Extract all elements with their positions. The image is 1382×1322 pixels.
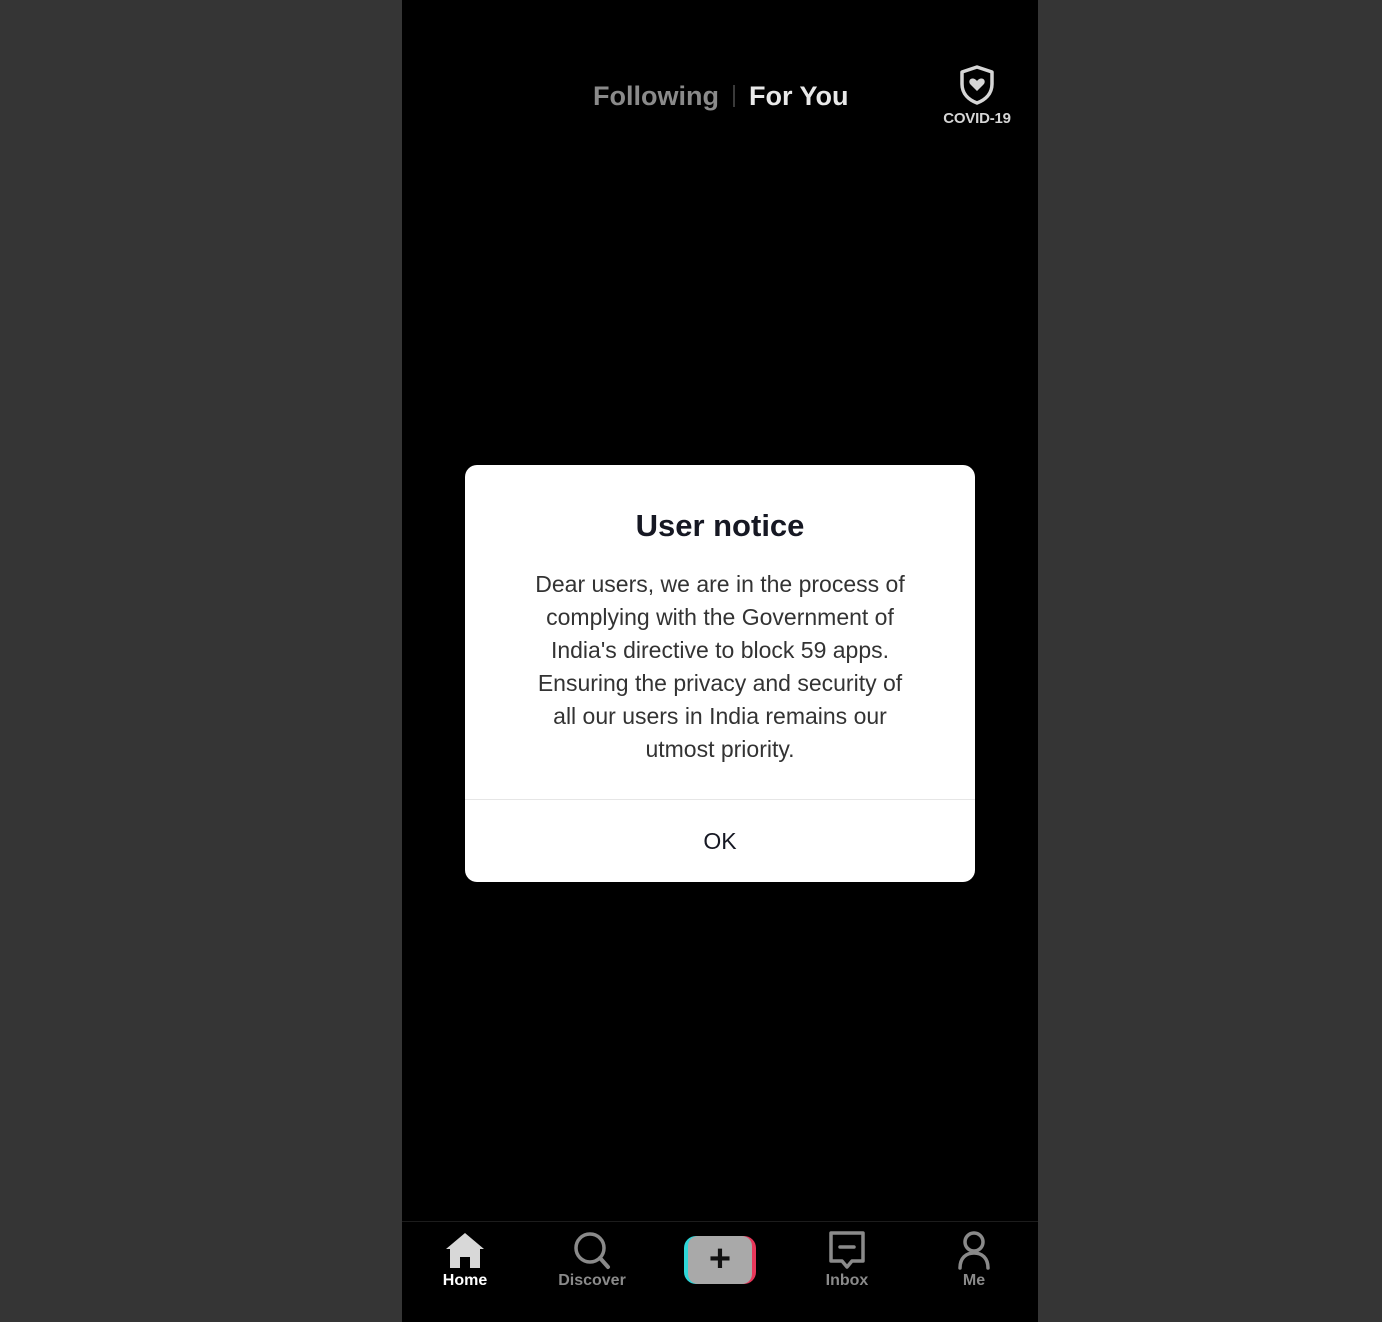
nav-discover[interactable]: Discover [542, 1230, 642, 1310]
nav-inbox[interactable]: Inbox [797, 1230, 897, 1310]
inbox-icon [829, 1231, 865, 1269]
dialog-message: Dear users, we are in the process of com… [505, 568, 935, 766]
ok-button[interactable]: OK [465, 800, 975, 882]
dialog-message-line: Dear users, we are in the process of [535, 571, 905, 597]
nav-me[interactable]: Me [924, 1230, 1024, 1310]
tab-following[interactable]: Following [593, 76, 719, 116]
user-notice-dialog: User notice Dear users, we are in the pr… [465, 465, 975, 882]
dialog-message-line: Ensuring the privacy and security of [537, 670, 903, 696]
profile-icon [958, 1231, 990, 1270]
bottom-navigation: Home Discover + Inbox Me [402, 1221, 1038, 1322]
dialog-message-line: utmost priority. [645, 736, 795, 762]
create-button[interactable]: + [684, 1236, 756, 1284]
nav-me-label: Me [962, 1272, 986, 1289]
nav-home-label: Home [442, 1272, 488, 1289]
search-icon [574, 1232, 610, 1269]
plus-icon: + [708, 1238, 732, 1280]
dialog-message-line: India's directive to block 59 apps. [550, 637, 890, 663]
dialog-title: User notice [635, 508, 805, 543]
nav-inbox-label: Inbox [825, 1272, 869, 1289]
dialog-message-line: all our users in India remains our [553, 703, 887, 729]
shield-heart-icon [960, 65, 994, 105]
app-screen: Following For You COVID-19 User notice D… [402, 0, 1038, 1322]
dialog-message-line: complying with the Government of [546, 604, 894, 630]
nav-home[interactable]: Home [415, 1230, 515, 1310]
covid-button[interactable]: COVID-19 [936, 64, 1018, 134]
nav-discover-label: Discover [558, 1272, 626, 1289]
home-icon [446, 1233, 484, 1268]
tab-divider [733, 85, 735, 107]
tab-for-you[interactable]: For You [749, 76, 849, 116]
covid-label: COVID-19 [943, 110, 1011, 127]
